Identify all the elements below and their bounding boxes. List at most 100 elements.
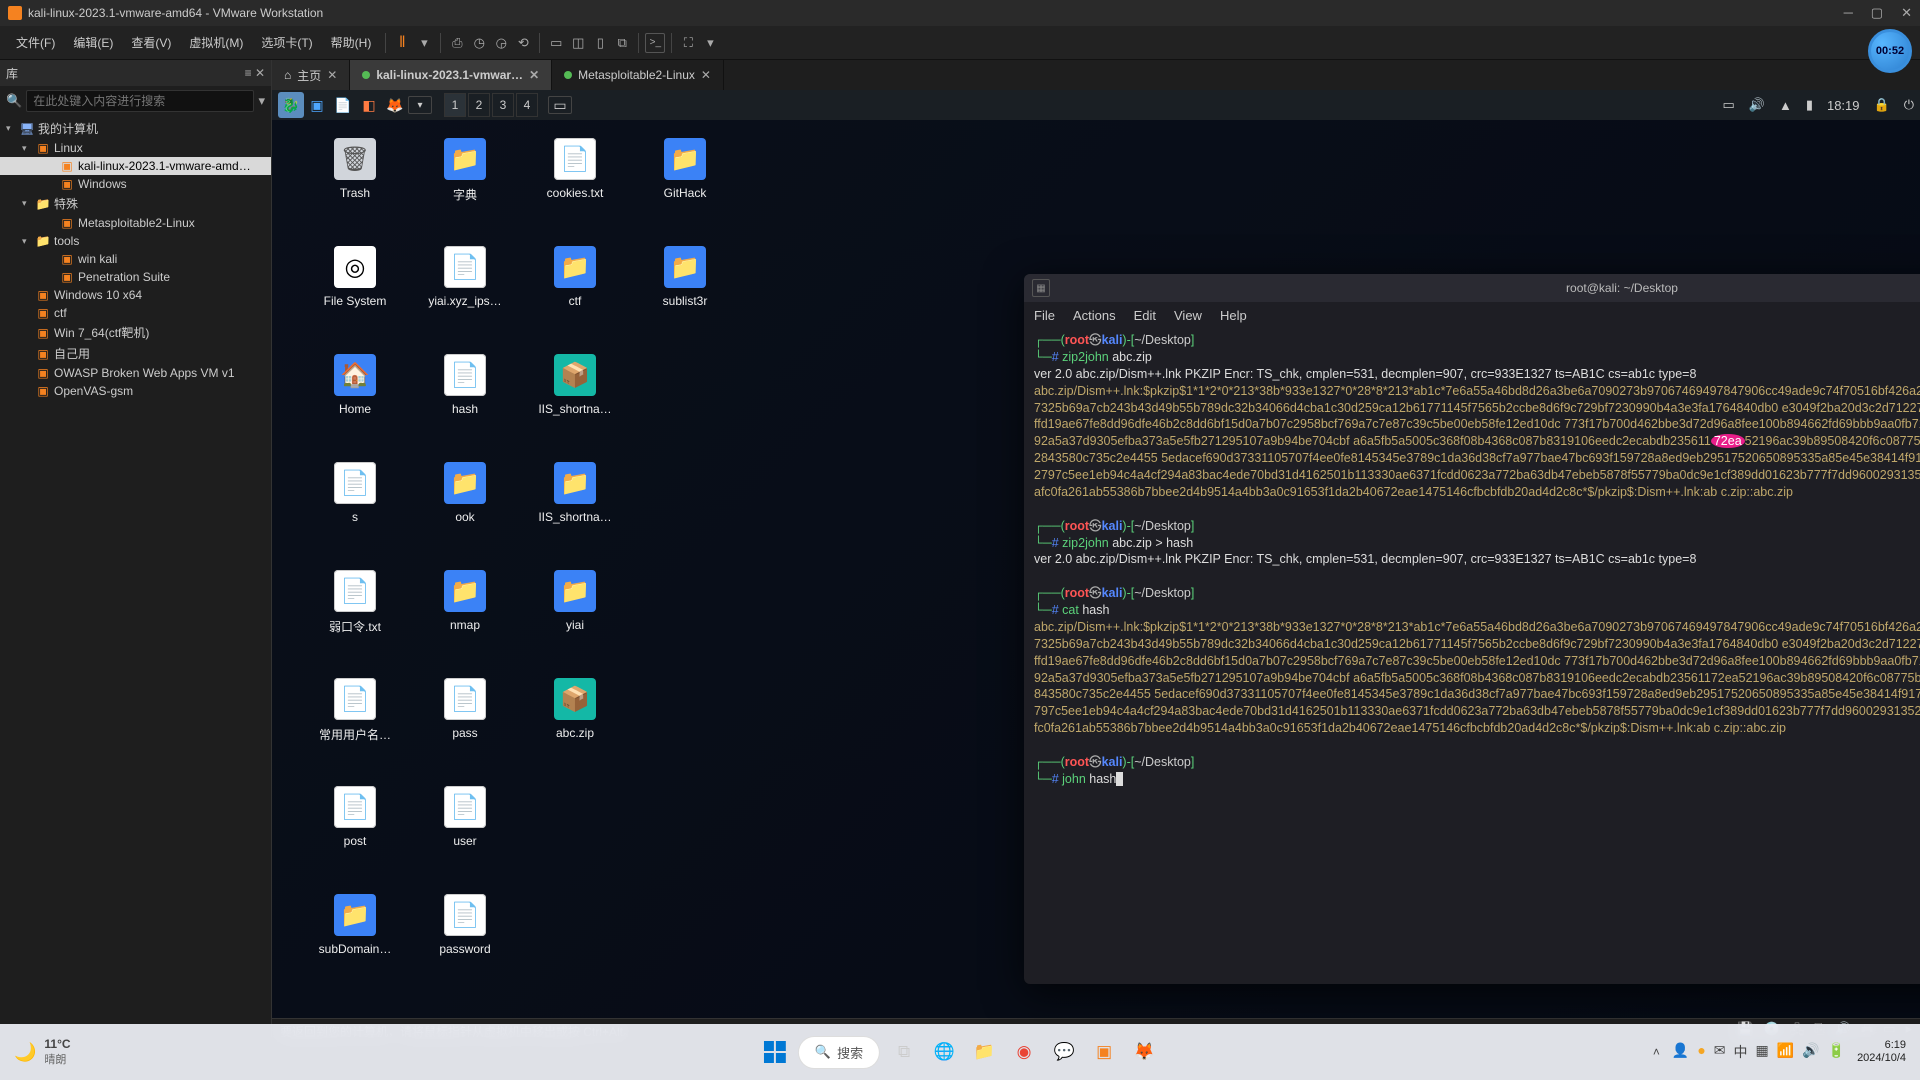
kali-clock[interactable]: 18:19 <box>1827 98 1860 113</box>
desktop-icon[interactable]: 📄password <box>410 886 520 994</box>
wifi-icon[interactable]: 📶 <box>1777 1042 1794 1062</box>
desktop-icon[interactable]: 📁IIS_shortna… <box>520 454 630 562</box>
battery-icon[interactable]: ▮ <box>1806 97 1813 113</box>
desktop-icon[interactable]: 📄s <box>300 454 410 562</box>
tree-node[interactable]: ▣OWASP Broken Web Apps VM v1 <box>0 364 271 382</box>
firefox-taskbar-icon[interactable]: 🦊 <box>1129 1037 1159 1067</box>
close-icon[interactable]: ✕ <box>701 68 711 82</box>
minimize-button[interactable]: ─ <box>1844 5 1853 21</box>
tree-node[interactable]: ▣自己用 <box>0 343 271 364</box>
window-list-button[interactable]: ▭ <box>548 96 572 114</box>
close-icon[interactable]: ✕ <box>529 68 539 82</box>
term-menu-actions[interactable]: Actions <box>1073 308 1116 323</box>
tree-node[interactable]: ▾▣Linux <box>0 139 271 157</box>
console-button[interactable]: >_ <box>645 33 665 53</box>
tree-node[interactable]: ▣OpenVAS-gsm <box>0 382 271 400</box>
menu-vm[interactable]: 虚拟机(M) <box>181 30 251 55</box>
snapshot-mgr-button[interactable]: ◶ <box>491 33 511 53</box>
edge-icon[interactable]: 🌐 <box>929 1037 959 1067</box>
layout-button-2[interactable]: ◫ <box>568 33 588 53</box>
power-dropdown[interactable]: ▾ <box>414 33 434 53</box>
fullscreen-button[interactable]: ⛶ <box>678 33 698 53</box>
desktop-icon[interactable]: 📦IIS_shortna… <box>520 346 630 454</box>
tray-app-2-icon[interactable]: ● <box>1697 1042 1705 1062</box>
desktop-icon[interactable]: 📄post <box>300 778 410 886</box>
weather-cond[interactable]: 晴朗 <box>44 1051 70 1067</box>
desktop-icon[interactable]: 📄弱口令.txt <box>300 562 410 670</box>
desktop-icon[interactable]: 📁ctf <box>520 238 630 346</box>
term-menu-help[interactable]: Help <box>1220 308 1247 323</box>
terminal-titlebar[interactable]: ▦ root@kali: ~/Desktop <box>1024 274 1920 302</box>
desktop-icon[interactable]: 📁ook <box>410 454 520 562</box>
terminal-menu-icon[interactable]: ▦ <box>1032 279 1050 297</box>
tree-node[interactable]: ▾🖥我的计算机 <box>0 118 271 139</box>
weather-temp[interactable]: 11°C <box>44 1037 70 1051</box>
tree-node[interactable]: ▣Metasploitable2-Linux <box>0 214 271 232</box>
kali-desktop[interactable]: 🗑Trash📁字典📄cookies.txt📁GitHack◎File Syste… <box>300 130 740 994</box>
guest-screen[interactable]: 🐉 ▣ 📄 ◧ 🦊 ▾ 1 2 3 4 ▭ ▭ 🔊 <box>272 90 1920 1018</box>
desktop-icon[interactable]: 📄user <box>410 778 520 886</box>
workspace-1[interactable]: 1 <box>444 93 466 117</box>
fullscreen-dropdown[interactable]: ▾ <box>700 33 720 53</box>
record-timer[interactable]: 00:52 <box>1868 29 1912 73</box>
revert-button[interactable]: ⟲ <box>513 33 533 53</box>
tree-node[interactable]: ▾📁tools <box>0 232 271 250</box>
menu-help[interactable]: 帮助(H) <box>323 30 380 55</box>
pause-vm-button[interactable]: ‖ <box>392 33 412 53</box>
desktop-icon[interactable]: 📁nmap <box>410 562 520 670</box>
desktop-icon[interactable]: 📁字典 <box>410 130 520 238</box>
weather-icon[interactable]: 🌙 <box>14 1042 36 1063</box>
burp-launcher[interactable]: ◧ <box>356 92 382 118</box>
volume-icon[interactable]: 🔊 <box>1749 97 1765 113</box>
tray-mail-icon[interactable]: ✉ <box>1714 1042 1726 1062</box>
tree-node[interactable]: ▣Windows <box>0 175 271 193</box>
search-dropdown-icon[interactable]: ▾ <box>258 93 265 109</box>
lock-icon[interactable]: 🔒 <box>1874 97 1890 113</box>
tree-node[interactable]: ▣kali-linux-2023.1-vmware-amd… <box>0 157 271 175</box>
desktop-icon[interactable]: 📁subDomain… <box>300 886 410 994</box>
maximize-button[interactable]: ▢ <box>1871 5 1883 21</box>
term-menu-edit[interactable]: Edit <box>1134 308 1156 323</box>
close-button[interactable]: ✕ <box>1901 5 1912 21</box>
workspace-2[interactable]: 2 <box>468 93 490 117</box>
tree-node[interactable]: ▣ctf <box>0 304 271 322</box>
volume-tray-icon[interactable]: 🔊 <box>1802 1042 1819 1062</box>
desktop-icon[interactable]: 📁yiai <box>520 562 630 670</box>
menu-edit[interactable]: 编辑(E) <box>65 30 121 55</box>
notifications-icon[interactable]: ▲ <box>1779 98 1792 113</box>
workspace-4[interactable]: 4 <box>516 93 538 117</box>
tray-app-1-icon[interactable]: 👤 <box>1672 1042 1689 1062</box>
text-editor-launcher[interactable]: 📄 <box>330 92 356 118</box>
task-view-button[interactable]: ⧉ <box>889 1037 919 1067</box>
desktop-icon[interactable]: 🗑Trash <box>300 130 410 238</box>
tray-chevron-icon[interactable]: ˄ <box>1653 1045 1660 1059</box>
start-button[interactable] <box>761 1038 789 1066</box>
desktop-icon[interactable]: 📄yiai.xyz_ips… <box>410 238 520 346</box>
menu-file[interactable]: 文件(F) <box>8 30 63 55</box>
desktop-icon[interactable]: 📁sublist3r <box>630 238 740 346</box>
battery-tray-icon[interactable]: 🔋 <box>1828 1042 1845 1062</box>
sidebar-menu-button[interactable]: ≡ ✕ <box>245 66 265 80</box>
send-cad-button[interactable]: ⎙ <box>447 33 467 53</box>
power-icon[interactable]: ⏻ <box>1904 97 1914 113</box>
taskbar-clock[interactable]: 6:19 2024/10/4 <box>1857 1039 1906 1065</box>
terminal-output[interactable]: ┌──(root㉿kali)-[~/Desktop] └─# zip2john … <box>1024 328 1920 984</box>
desktop-icon[interactable]: 🏠Home <box>300 346 410 454</box>
tree-node[interactable]: ▣Win 7_64(ctf靶机) <box>0 322 271 343</box>
snapshot-button[interactable]: ◷ <box>469 33 489 53</box>
layout-button-1[interactable]: ▭ <box>546 33 566 53</box>
tab-home[interactable]: ⌂ 主页 ✕ <box>272 60 350 90</box>
tab-metasploitable[interactable]: Metasploitable2-Linux ✕ <box>552 60 724 90</box>
library-search-input[interactable] <box>26 90 254 112</box>
tray-app-3-icon[interactable]: ▦ <box>1756 1042 1769 1062</box>
unity-button[interactable]: ⧉ <box>612 33 632 53</box>
chrome-icon[interactable]: ◉ <box>1009 1037 1039 1067</box>
tree-node[interactable]: ▾📁特殊 <box>0 193 271 214</box>
ime-indicator[interactable]: 中 <box>1734 1042 1748 1062</box>
desktop-icon[interactable]: ◎File System <box>300 238 410 346</box>
term-menu-view[interactable]: View <box>1174 308 1202 323</box>
layout-button-3[interactable]: ▯ <box>590 33 610 53</box>
terminal-window[interactable]: ▦ root@kali: ~/Desktop File Actions Edit… <box>1024 274 1920 984</box>
tree-node[interactable]: ▣Windows 10 x64 <box>0 286 271 304</box>
menu-tabs[interactable]: 选项卡(T) <box>253 30 320 55</box>
